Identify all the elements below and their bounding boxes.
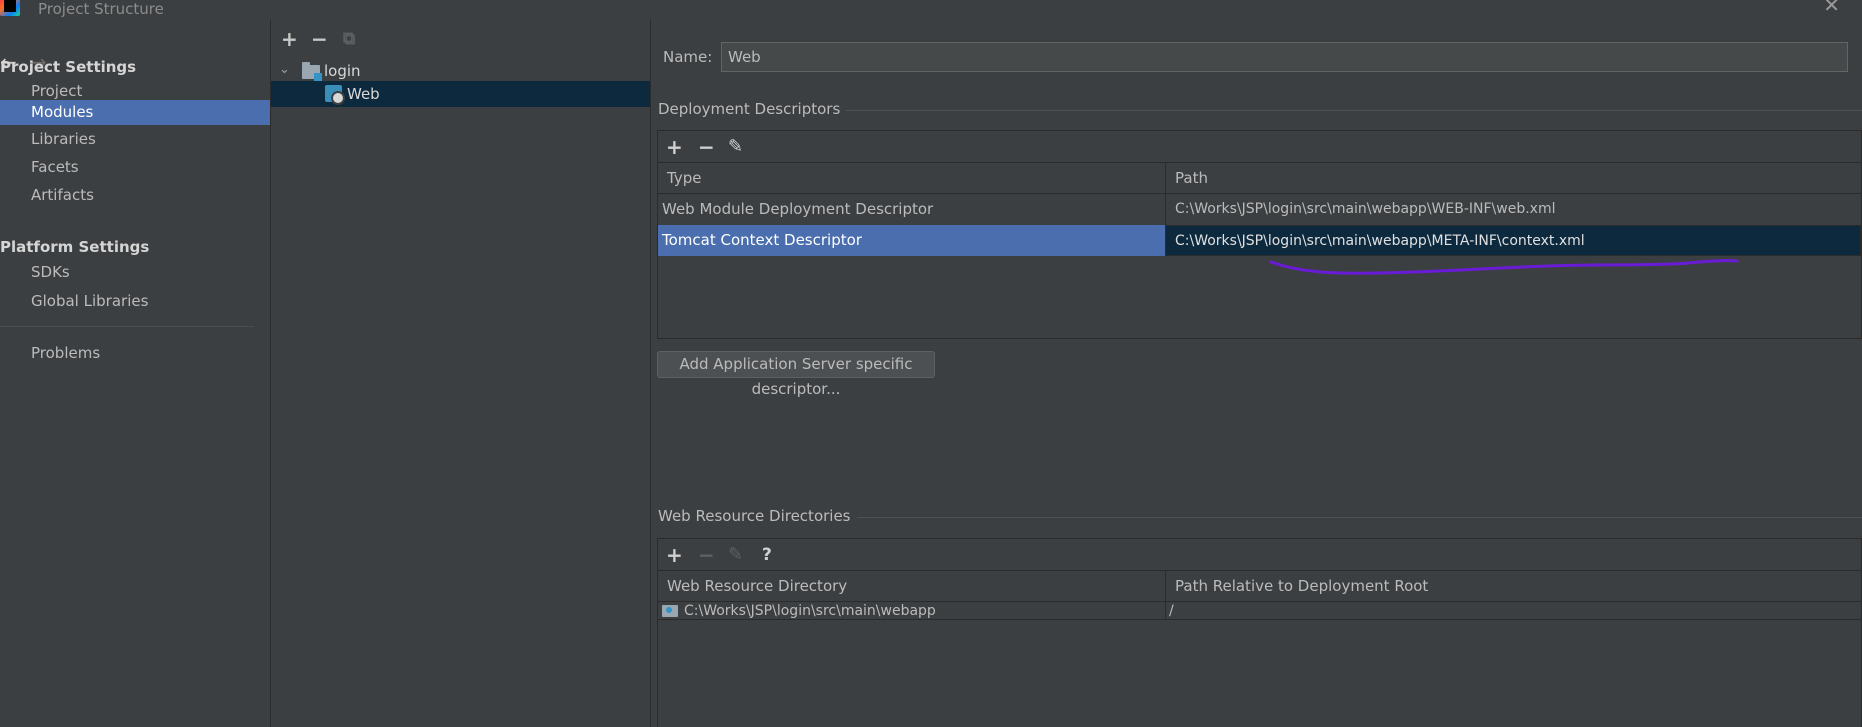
web-folder-icon [662, 605, 678, 617]
module-folder-icon [302, 62, 322, 81]
web-resource-directories-table: + − ✎ ? Web Resource Directory Path Rela… [657, 538, 1862, 727]
remove-module-button[interactable]: − [311, 28, 328, 50]
window-title: Project Structure [38, 0, 164, 18]
nav-item-modules[interactable]: Modules [0, 100, 270, 125]
column-header-type[interactable]: Type [658, 163, 701, 194]
settings-nav-pane: ← → Project Settings Project Modules Lib… [0, 20, 270, 727]
edit-web-resource-button[interactable]: ✎ [728, 542, 743, 568]
add-server-descriptor-button[interactable]: Add Application Server specific descript… [657, 351, 935, 398]
copy-module-button[interactable]: ⧉ [343, 28, 355, 50]
help-icon[interactable]: ? [762, 542, 772, 568]
tree-node-label: Web [347, 85, 380, 103]
section-project-settings: Project Settings [0, 58, 137, 76]
descriptor-path-cell[interactable]: C:\Works\JSP\login\src\main\webapp\WEB-I… [1175, 194, 1555, 225]
edit-descriptor-button[interactable]: ✎ [728, 134, 743, 160]
intellij-logo-icon [0, 0, 20, 16]
table-row-selected[interactable]: Tomcat Context Descriptor C:\Works\JSP\l… [658, 225, 1861, 256]
name-field[interactable] [721, 42, 1848, 72]
table-row[interactable]: Web Module Deployment Descriptor C:\Work… [658, 194, 1861, 225]
column-divider [1165, 194, 1166, 225]
remove-web-resource-button[interactable]: − [698, 542, 715, 568]
nav-item-artifacts[interactable]: Artifacts [0, 181, 270, 210]
column-header-web-resource-directory[interactable]: Web Resource Directory [658, 571, 847, 602]
facet-detail-pane: Name: Deployment Descriptors + − ✎ Type … [651, 20, 1862, 727]
web-resources-toolbar: + − ✎ ? [658, 539, 1861, 571]
nav-item-problems[interactable]: Problems [0, 339, 270, 368]
deployment-toolbar: + − ✎ [658, 131, 1861, 163]
descriptor-path-cell[interactable]: C:\Works\JSP\login\src\main\webapp\META-… [1165, 225, 1861, 256]
nav-item-global-libraries[interactable]: Global Libraries [0, 287, 270, 316]
remove-descriptor-button[interactable]: − [698, 134, 715, 160]
add-web-resource-button[interactable]: + [666, 542, 683, 568]
chevron-down-icon[interactable]: ⌄ [279, 57, 290, 83]
nav-item-libraries[interactable]: Libraries [0, 125, 270, 154]
module-tree-pane: + − ⧉ ⌄ login Web [271, 20, 650, 727]
nav-separator [0, 326, 254, 327]
web-resource-directories-title: Web Resource Directories [658, 507, 857, 525]
tree-node-web[interactable]: Web [271, 81, 650, 107]
descriptor-type-cell[interactable]: Tomcat Context Descriptor [662, 225, 862, 256]
section-platform-settings: Platform Settings [0, 238, 150, 256]
nav-item-sdks[interactable]: SDKs [0, 258, 270, 287]
relative-path-cell[interactable]: / [1169, 602, 1174, 620]
web-resources-table-header: Web Resource Directory Path Relative to … [658, 571, 1861, 602]
column-header-path[interactable]: Path [1166, 163, 1208, 194]
deployment-table-header: Type Path [658, 163, 1861, 194]
descriptor-type-cell[interactable]: Web Module Deployment Descriptor [662, 194, 933, 225]
add-descriptor-button[interactable]: + [666, 134, 683, 160]
close-icon[interactable]: ✕ [1823, 0, 1840, 15]
web-facet-icon [325, 85, 345, 105]
nav-item-facets[interactable]: Facets [0, 153, 270, 182]
column-header-relative-path[interactable]: Path Relative to Deployment Root [1166, 571, 1428, 602]
title-bar: Project Structure ✕ [0, 0, 1862, 20]
name-label: Name: [663, 48, 713, 66]
deployment-descriptors-table: + − ✎ Type Path Web Module Deployment De… [657, 130, 1862, 339]
web-resource-directory-text: C:\Works\JSP\login\src\main\webapp [684, 603, 936, 619]
add-module-button[interactable]: + [281, 28, 298, 50]
web-resource-directory-cell[interactable]: C:\Works\JSP\login\src\main\webapp [662, 602, 936, 620]
table-row[interactable]: C:\Works\JSP\login\src\main\webapp / [658, 602, 1861, 620]
deployment-descriptors-title: Deployment Descriptors [658, 100, 847, 118]
column-divider [1165, 602, 1166, 619]
